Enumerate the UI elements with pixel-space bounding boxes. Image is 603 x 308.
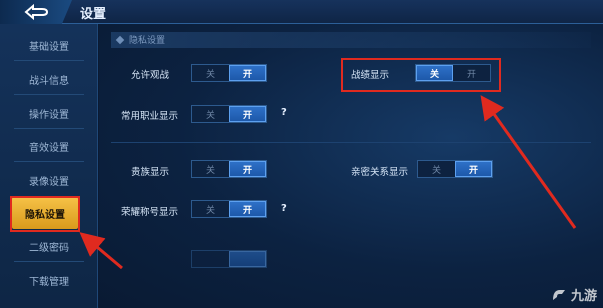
- annotation-highlight-box: [10, 196, 80, 232]
- back-arrow-icon: [24, 3, 49, 21]
- toggle-on-option[interactable]: 开: [229, 106, 266, 122]
- toggle-off-option[interactable]: 关: [192, 65, 229, 81]
- toggle-off-option[interactable]: 关: [192, 106, 229, 122]
- help-icon[interactable]: ?: [281, 107, 287, 118]
- page-title: 设置: [80, 7, 107, 22]
- sidebar-divider: [14, 161, 84, 162]
- watermark: 九游: [550, 285, 597, 304]
- partial-toggle[interactable]: [191, 250, 267, 268]
- sidebar-item-replay[interactable]: 录像设置: [0, 165, 98, 195]
- sidebar-divider: [14, 261, 84, 262]
- divider: [111, 142, 591, 143]
- sidebar-item-downloads[interactable]: 下载管理: [0, 265, 98, 295]
- jiuyou-logo-icon: [552, 289, 565, 300]
- noble-display-toggle[interactable]: 关 开: [191, 160, 267, 178]
- back-button[interactable]: [0, 0, 72, 24]
- toggle-off-option[interactable]: [192, 251, 229, 267]
- honor-title-display-toggle[interactable]: 关 开: [191, 200, 267, 218]
- honor-title-display-label: 荣耀称号显示: [121, 207, 179, 218]
- diamond-bullet-icon: [115, 35, 125, 45]
- sidebar-divider: [14, 60, 84, 61]
- sidebar-item-sound[interactable]: 音效设置: [0, 131, 98, 161]
- sidebar-item-controls[interactable]: 操作设置: [0, 98, 98, 128]
- section-header: 隐私设置: [111, 32, 591, 48]
- sidebar-divider: [14, 94, 84, 95]
- sidebar-item-secondary-password[interactable]: 二级密码: [0, 231, 98, 261]
- toggle-on-option[interactable]: 开: [229, 201, 266, 217]
- toggle-off-option[interactable]: 关: [192, 161, 229, 177]
- toggle-on-option[interactable]: 开: [229, 161, 266, 177]
- section-title: 隐私设置: [129, 36, 166, 46]
- sidebar-item-basic[interactable]: 基础设置: [0, 30, 98, 60]
- help-icon[interactable]: ?: [281, 203, 287, 214]
- intimate-display-label: 亲密关系显示: [351, 167, 409, 178]
- annotation-highlight-box: [341, 58, 501, 92]
- settings-sidebar: 基础设置 战斗信息 操作设置 音效设置 录像设置 隐私设置 二级密码 下载管理: [0, 24, 98, 308]
- toggle-on-option[interactable]: 开: [455, 161, 492, 177]
- noble-display-label: 贵族显示: [131, 167, 170, 178]
- common-job-display-label: 常用职业显示: [121, 111, 179, 122]
- toggle-on-option[interactable]: 开: [229, 65, 266, 81]
- sidebar-item-battle-info[interactable]: 战斗信息: [0, 64, 98, 94]
- toggle-off-option[interactable]: 关: [418, 161, 455, 177]
- sidebar-divider: [14, 128, 84, 129]
- intimate-display-toggle[interactable]: 关 开: [417, 160, 493, 178]
- allow-watch-toggle[interactable]: 关 开: [191, 64, 267, 82]
- toggle-on-option[interactable]: [229, 251, 266, 267]
- toggle-off-option[interactable]: 关: [192, 201, 229, 217]
- common-job-display-toggle[interactable]: 关 开: [191, 105, 267, 123]
- top-bar: 设置: [0, 0, 603, 24]
- allow-watch-label: 允许观战: [131, 70, 170, 81]
